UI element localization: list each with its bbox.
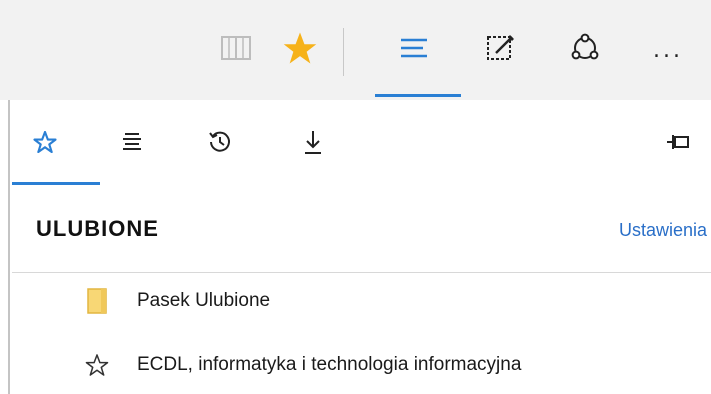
- pin-icon: [666, 133, 690, 155]
- pin-button[interactable]: [656, 122, 700, 166]
- hub-button[interactable]: [386, 22, 442, 78]
- toolbar-separator: [343, 28, 344, 76]
- settings-link[interactable]: Ustawienia: [619, 220, 707, 241]
- list-item-label: Pasek Ulubione: [137, 290, 271, 311]
- reading-view-icon: [221, 36, 251, 64]
- tab-favorites[interactable]: [23, 122, 67, 166]
- web-note-button[interactable]: [473, 22, 529, 78]
- more-icon: ...: [653, 37, 683, 63]
- section-divider: [12, 272, 711, 273]
- more-button[interactable]: ...: [640, 22, 696, 78]
- share-button[interactable]: [557, 22, 613, 78]
- tab-reading-list[interactable]: [110, 122, 154, 166]
- history-tab-icon: [208, 130, 232, 158]
- list-item-ecdl[interactable]: ECDL, informatyka i technologia informac…: [12, 340, 711, 390]
- add-favorite-button[interactable]: [272, 22, 328, 78]
- tab-history[interactable]: [198, 122, 242, 166]
- browser-toolbar: ...: [0, 0, 711, 100]
- star-outline-icon: [84, 352, 110, 378]
- list-item-label: ECDL, informatyka i technologia informac…: [137, 354, 522, 375]
- favorites-tab-indicator: [12, 182, 100, 185]
- downloads-tab-icon: [303, 129, 323, 159]
- reading-view-button[interactable]: [208, 22, 264, 78]
- section-title: ULUBIONE: [36, 216, 159, 241]
- web-note-icon: [486, 33, 516, 67]
- favorite-star-icon: [282, 31, 318, 69]
- reading-list-tab-icon: [121, 132, 143, 156]
- folder-icon: [84, 288, 110, 314]
- list-item-favorites-bar[interactable]: Pasek Ulubione: [12, 276, 711, 326]
- favorites-tab-icon: [33, 130, 57, 157]
- hub-active-indicator: [375, 94, 461, 97]
- share-icon: [569, 33, 601, 67]
- tab-downloads[interactable]: [291, 122, 335, 166]
- panel-left-border: [8, 100, 10, 394]
- hub-icon: [399, 37, 429, 63]
